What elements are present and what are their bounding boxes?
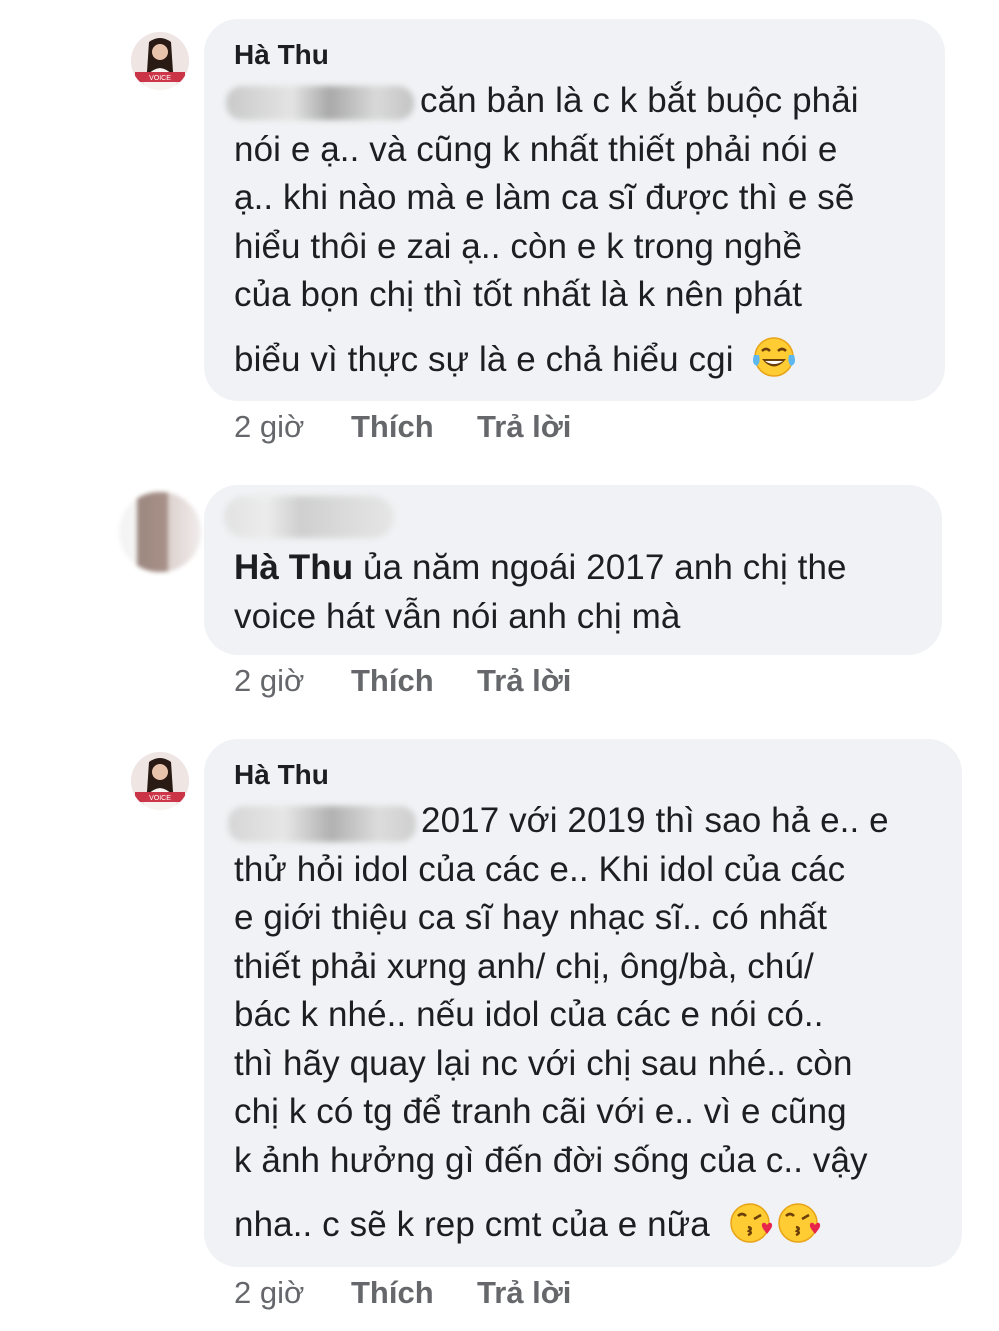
comment-actions: 2 giờ Thích Trả lời: [234, 1275, 571, 1311]
comment-timestamp[interactable]: 2 giờ: [234, 409, 351, 445]
avatar[interactable]: [119, 492, 201, 572]
avatar[interactable]: VOICE: [131, 752, 189, 810]
comment-text-line: k ảnh hưởng gì đến đời sống của c.. vậy: [234, 1141, 868, 1180]
mention-link[interactable]: Hà Thu: [234, 548, 353, 587]
comment-text-line-content: biểu vì thực sự là e chả hiểu cgi: [234, 339, 734, 379]
comment-timestamp[interactable]: 2 giờ: [234, 1275, 351, 1311]
comment-text-line-content: nha.. c sẽ k rep cmt của e nữa: [234, 1204, 710, 1244]
reply-button[interactable]: Trả lời: [477, 409, 571, 445]
comment-text-line: 2017 với 2019 thì sao hả e.. e: [421, 801, 889, 840]
comment-text-line: ạ.. khi nào mà e làm ca sĩ được thì e sẽ: [234, 178, 855, 217]
redacted-author-name: [224, 496, 394, 538]
comment-actions: 2 giờ Thích Trả lời: [234, 663, 571, 699]
comment-text-line: voice hát vẫn nói anh chị mà: [234, 597, 681, 636]
comment-text-line: hiểu thôi e zai ạ.. còn e k trong nghề: [234, 227, 803, 266]
comment-actions: 2 giờ Thích Trả lời: [234, 409, 571, 445]
comment-text-line: thiết phải xưng anh/ chị, ông/bà, chú/: [234, 947, 814, 986]
comment-timestamp[interactable]: 2 giờ: [234, 663, 351, 699]
redacted-mention: [228, 806, 416, 842]
like-button[interactable]: Thích: [351, 1275, 477, 1311]
comment-text-line: biểu vì thực sự là e chả hiểu cgi: [234, 336, 797, 387]
comment-text-line-content: ủa năm ngoái 2017 anh chị the: [363, 548, 847, 587]
comment-text-line: thì hãy quay lại nc với chị sau nhé.. cò…: [234, 1044, 853, 1083]
like-button[interactable]: Thích: [351, 409, 477, 445]
comment-text-line: của bọn chị thì tốt nhất là k nên phát: [234, 275, 803, 314]
comment-text-line: nói e ạ.. và cũng k nhất thiết phải nói …: [234, 130, 838, 169]
comment-author[interactable]: Hà Thu: [234, 39, 329, 71]
like-button[interactable]: Thích: [351, 663, 477, 699]
redacted-mention: [226, 86, 414, 120]
svg-text:VOICE: VOICE: [149, 75, 171, 82]
reply-button[interactable]: Trả lời: [477, 663, 571, 699]
comment-text-line: chị k có tg để tranh cãi với e.. vì e cũ…: [234, 1092, 847, 1131]
comment-author[interactable]: Hà Thu: [234, 759, 329, 791]
comment-text-line: căn bản là c k bắt buộc phải: [420, 81, 859, 120]
comment-text-line: e giới thiệu ca sĩ hay nhạc sĩ.. có nhất: [234, 898, 828, 937]
face-with-tears-of-joy-icon: [751, 336, 797, 387]
comment-text-line: thử hỏi idol của các e.. Khi idol của cá…: [234, 850, 846, 889]
comment-text-line: nha.. c sẽ k rep cmt của e nữa: [234, 1200, 822, 1253]
reply-button[interactable]: Trả lời: [477, 1275, 571, 1311]
comment-text-line: Hà Thu ủa năm ngoái 2017 anh chị the: [234, 548, 847, 588]
avatar[interactable]: VOICE: [131, 32, 189, 90]
kissing-heart-face-icon: [776, 1200, 822, 1253]
svg-text:VOICE: VOICE: [149, 795, 171, 802]
kissing-heart-face-icon: [728, 1200, 774, 1253]
comment-text-line: bác k nhé.. nếu idol của các e nói có..: [234, 995, 824, 1034]
